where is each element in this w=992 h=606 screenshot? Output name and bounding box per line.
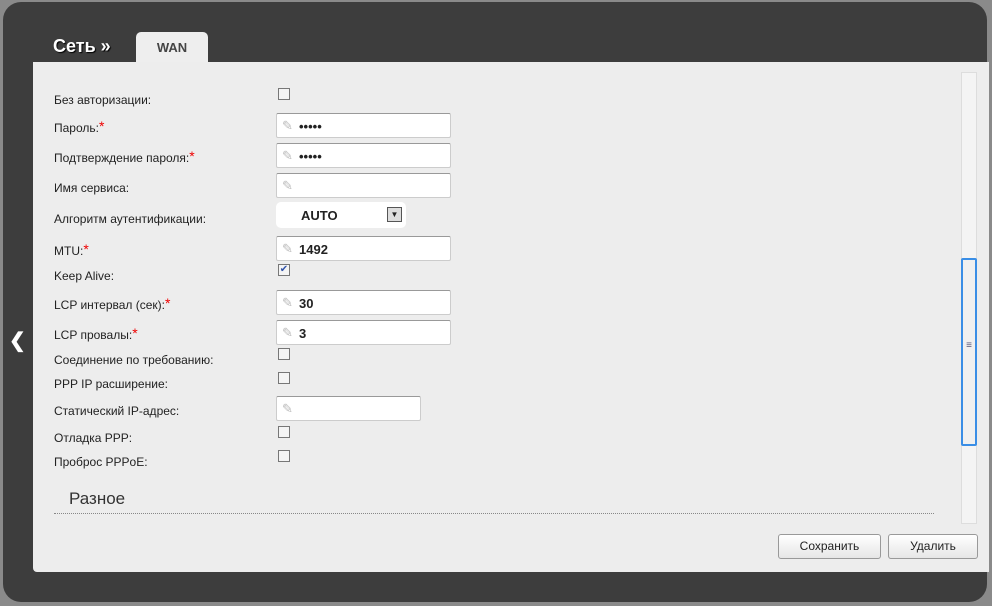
field-label: Алгоритм аутентификации: — [54, 212, 206, 226]
required-mark: * — [132, 325, 138, 341]
field-label: Статический IP-адрес: — [54, 404, 179, 418]
field-label: LCP провалы:* — [54, 325, 138, 344]
field-label: Подтверждение пароля:* — [54, 148, 195, 167]
input-value: 3 — [299, 326, 307, 341]
text-input[interactable]: ✎ — [276, 173, 451, 198]
text-input[interactable]: ✎ 3 — [276, 320, 451, 345]
input-value: 30 — [299, 296, 314, 311]
label-text: Keep Alive: — [54, 269, 115, 283]
required-mark: * — [189, 148, 195, 164]
checkbox[interactable] — [278, 426, 290, 438]
text-input[interactable]: ✎ ••••• — [276, 143, 451, 168]
required-mark: * — [98, 118, 105, 134]
label-text: Соединение по требованию: — [54, 353, 214, 367]
text-input[interactable]: ✎ 1492 — [276, 236, 451, 261]
field-label: LCP интервал (сек):* — [54, 295, 171, 314]
field-label: Проброс PPPoE: — [54, 455, 148, 469]
input-value: ••••• — [299, 149, 322, 164]
save-button[interactable]: Сохранить — [778, 534, 881, 559]
page-title: Сеть » — [53, 36, 111, 56]
label-text: PPP IP расширение: — [54, 377, 168, 391]
pencil-icon: ✎ — [282, 295, 293, 310]
field-label: Keep Alive: — [54, 269, 114, 283]
field-label: Соединение по требованию: — [54, 353, 213, 367]
checkbox[interactable] — [278, 372, 290, 384]
label-text: Подтверждение пароля: — [54, 151, 190, 165]
required-mark: * — [83, 241, 89, 257]
checkbox[interactable] — [278, 348, 290, 360]
text-input[interactable]: ✎ — [276, 396, 421, 421]
text-input[interactable]: ✎ ••••• — [276, 113, 451, 138]
pencil-icon: ✎ — [282, 325, 293, 340]
pencil-icon: ✎ — [282, 178, 293, 193]
label-text: Алгоритм аутентификации: — [54, 212, 207, 226]
field-label: PPP IP расширение: — [54, 377, 168, 391]
checkbox[interactable]: ✔ — [278, 264, 290, 276]
divider — [54, 513, 934, 514]
field-label: Отладка PPP: — [54, 431, 132, 445]
label-text: Отладка PPP: — [54, 431, 133, 445]
pencil-icon: ✎ — [282, 148, 293, 163]
required-mark: * — [165, 295, 171, 311]
checkbox[interactable] — [278, 450, 290, 462]
tab-wan[interactable]: WAN — [136, 32, 208, 64]
label-text: Имя сервиса: — [54, 181, 130, 195]
label-text: MTU: — [54, 244, 84, 258]
scrollbar-thumb[interactable]: ≡ — [961, 258, 977, 446]
label-text: Без авторизации: — [54, 93, 152, 107]
pencil-icon: ✎ — [282, 241, 293, 256]
input-value: ••••• — [299, 119, 322, 134]
field-label: MTU:* — [54, 241, 89, 260]
label-text: Статический IP-адрес: — [54, 404, 180, 418]
delete-button[interactable]: Удалить — [888, 534, 978, 559]
checkbox[interactable] — [278, 88, 290, 100]
pencil-icon: ✎ — [282, 118, 293, 133]
pencil-icon: ✎ — [282, 401, 293, 416]
chevron-down-icon[interactable]: ▼ — [387, 207, 402, 222]
input-value: 1492 — [299, 242, 328, 257]
select-value: AUTO — [301, 208, 338, 223]
auth-algorithm-select[interactable]: AUTO ▼ — [276, 202, 406, 228]
field-label: Без авторизации: — [54, 93, 151, 107]
form-content: Без авторизации: Пароль:* ✎ ••••• Подтвержде… — [33, 62, 989, 572]
text-input[interactable]: ✎ 30 — [276, 290, 451, 315]
section-heading-misc: Разное — [69, 489, 126, 508]
label-text: LCP интервал (сек): — [54, 298, 165, 312]
label-text: LCP провалы: — [54, 328, 133, 342]
back-arrow-icon[interactable]: ❮ — [9, 328, 26, 353]
label-text: Пароль: — [54, 121, 99, 135]
field-label: Имя сервиса: — [54, 181, 129, 195]
field-label: Пароль:* — [54, 118, 105, 137]
label-text: Проброс PPPoE: — [54, 455, 148, 469]
